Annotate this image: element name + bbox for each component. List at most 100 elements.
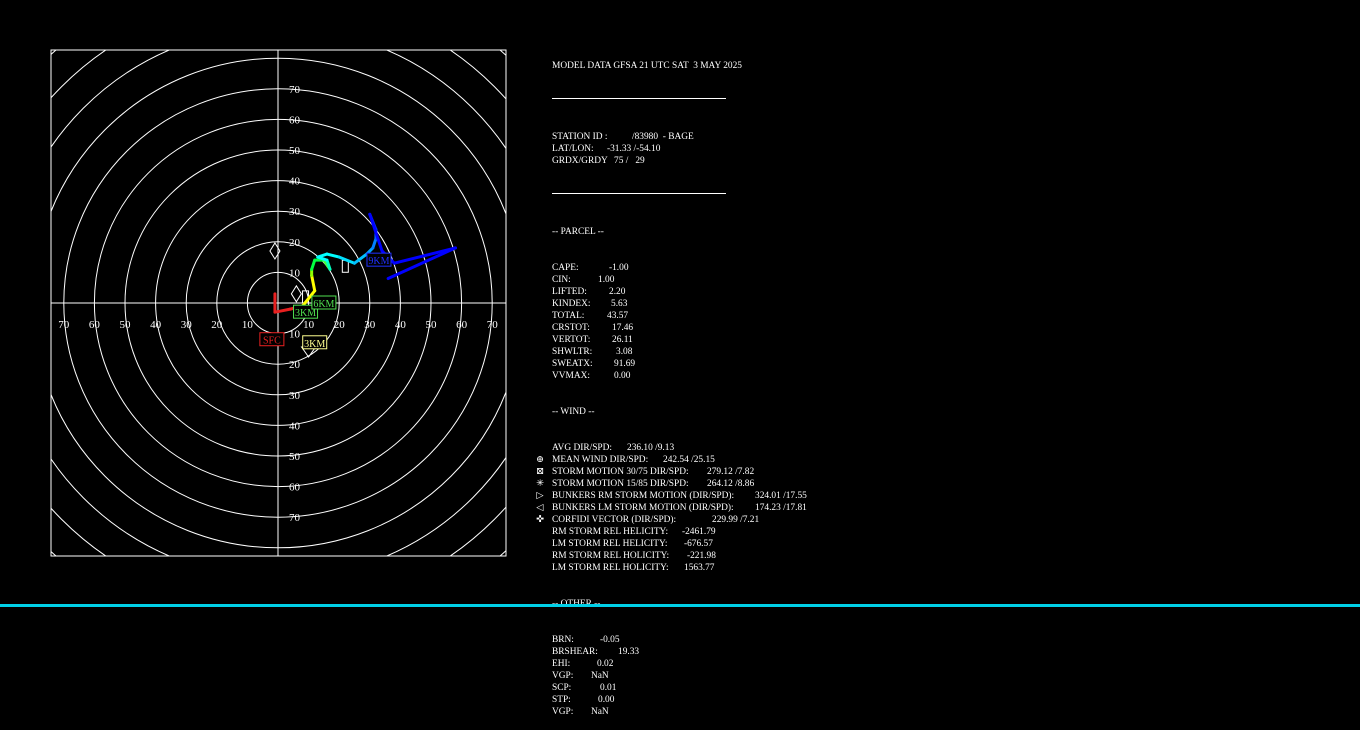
corfidi-marker: [341, 259, 349, 273]
other-label: VGP:: [552, 671, 574, 681]
hodograph-segment: [273, 307, 292, 314]
x-tick-label: 40: [395, 319, 407, 331]
height-label: 6KM: [311, 295, 337, 310]
station-value: -31.33 /-54.10: [607, 144, 661, 154]
wind-value: 242.54 /25.15: [663, 455, 715, 465]
parcel-value: 17.46: [612, 323, 634, 333]
wind-label: LM STORM REL HELICITY:: [552, 539, 668, 549]
parcel-label: VERTOT:: [552, 335, 591, 345]
hodograph-segment: [337, 255, 356, 265]
wind-row: ✜ CORFIDI VECTOR (DIR/SPD): 229.99 /7.21: [535, 514, 855, 526]
parcel-value: 91.69: [614, 359, 636, 369]
other-label: BRN:: [552, 635, 574, 645]
parcel-title: -- PARCEL --: [552, 227, 604, 237]
parcel-row: KINDEX: 5.63: [535, 298, 855, 310]
wind-value: 174.23 /17.81: [755, 503, 807, 513]
wind-row: ✳ STORM MOTION 15/85 DIR/SPD: 264.12 /8.86: [535, 478, 855, 490]
hodograph-segment: [368, 212, 384, 253]
wind-row: ◁ BUNKERS LM STORM MOTION (DIR/SPD): 174.2…: [535, 502, 855, 514]
x-tick-label: 10: [242, 319, 254, 331]
height-label-text: 3KM: [304, 339, 325, 350]
other-section: BRN: -0.05 BRSHEAR: 19.33 EHI: 0.02 VGP: NaN SCP…: [535, 634, 855, 718]
x-tick-label: 40: [150, 319, 162, 331]
storm-motion-marker: [290, 284, 302, 303]
hodograph-segment: [325, 252, 341, 259]
wind-label: BUNKERS RM STORM MOTION (DIR/SPD):: [552, 491, 735, 501]
x-tick-label: 50: [120, 319, 132, 331]
parcel-label: LIFTED:: [552, 287, 587, 297]
other-label: STP:: [552, 695, 571, 705]
other-label: VGP:: [552, 707, 574, 717]
other-value: NaN: [591, 671, 609, 681]
wind-label: LM STORM REL HOLICITY:: [552, 563, 669, 573]
y-tick-label: 60: [289, 482, 301, 494]
station-label: GRDX/GRDY: [552, 156, 608, 166]
parcel-row: CIN: 1.00: [535, 274, 855, 286]
other-value: 0.02: [597, 659, 614, 669]
parcel-label: VVMAX:: [552, 371, 591, 381]
station-row: GRDX/GRDY 75 / 29: [535, 155, 855, 167]
hodograph-segment: [310, 273, 317, 293]
other-row: SCP: 0.01: [535, 682, 855, 694]
parcel-row: VVMAX: 0.00: [535, 370, 855, 382]
parcel-label: KINDEX:: [552, 299, 591, 309]
height-label-text: SFC: [263, 336, 281, 347]
x-tick-label: 70: [487, 319, 499, 331]
parcel-label: CRSTOT:: [552, 323, 590, 333]
other-row: VGP: NaN: [535, 670, 855, 682]
height-label: 3KM: [302, 335, 328, 350]
x-tick-label: 70: [58, 319, 70, 331]
wind-value: 229.99 /7.21: [712, 515, 760, 525]
model-header: MODEL DATA GFSA 21 UTC SAT 3 MAY 2025: [552, 61, 742, 71]
wind-label: RM STORM REL HELICITY:: [552, 527, 669, 537]
legend-marker-icon: ✳: [536, 479, 544, 489]
station-value: /83980 - BAGE: [632, 132, 694, 142]
parcel-value: 3.08: [616, 347, 633, 357]
parcel-label: CAPE:: [552, 263, 579, 273]
wind-label: STORM MOTION 15/85 DIR/SPD:: [552, 479, 689, 489]
parcel-value: 0.00: [614, 371, 631, 381]
other-value: 0.01: [600, 683, 617, 693]
wind-label: MEAN WIND DIR/SPD:: [552, 455, 649, 465]
wind-value: 236.10 /9.13: [627, 443, 675, 453]
wind-value: -676.57: [684, 539, 713, 549]
parcel-row: SHWLTR: 3.08: [535, 346, 855, 358]
other-value: 0.00: [598, 695, 615, 705]
parcel-section: CAPE: -1.00 CIN: 1.00 LIFTED: 2.20 KINDEX: 5.63…: [535, 262, 855, 382]
wind-label: BUNKERS LM STORM MOTION (DIR/SPD):: [552, 503, 734, 513]
y-tick-label: 70: [289, 512, 301, 524]
x-tick-label: 60: [456, 319, 468, 331]
height-label: 9KM: [366, 252, 392, 267]
wind-section: AVG DIR/SPD: 236.10 /9.13 ⊕ MEAN WIND DIR/S…: [535, 442, 855, 574]
station-label: LAT/LON:: [552, 144, 594, 154]
station-row: LAT/LON: -31.33 /-54.10: [535, 143, 855, 155]
parcel-row: CRSTOT: 17.46: [535, 322, 855, 334]
parcel-value: 26.11: [612, 335, 633, 345]
station-label: STATION ID :: [552, 132, 608, 142]
parcel-value: 5.63: [611, 299, 628, 309]
parcel-row: SWEATX: 91.69: [535, 358, 855, 370]
other-row: EHI: 0.02: [535, 658, 855, 670]
parcel-row: TOTAL: 43.57: [535, 310, 855, 322]
legend-marker-icon: ✜: [536, 515, 544, 525]
other-row: BRN: -0.05: [535, 634, 855, 646]
x-tick-label: 30: [181, 319, 193, 331]
parcel-row: VERTOT: 26.11: [535, 334, 855, 346]
x-tick-label: 30: [364, 319, 376, 331]
wind-row: ⊠ STORM MOTION 30/75 DIR/SPD: 279.12 /7.82: [535, 466, 855, 478]
wind-value: 324.01 /17.55: [755, 491, 807, 501]
wind-row: ▷ BUNKERS RM STORM MOTION (DIR/SPD): 324.0…: [535, 490, 855, 502]
wind-row: ⊕ MEAN WIND DIR/SPD: 242.54 /25.15: [535, 454, 855, 466]
y-tick-label: 30: [289, 390, 301, 402]
other-label: EHI:: [552, 659, 571, 669]
legend-marker-icon: ▷: [536, 491, 544, 501]
wind-value: 279.12 /7.82: [707, 467, 755, 477]
parcel-label: CIN:: [552, 275, 571, 285]
parcel-value: -1.00: [609, 263, 629, 273]
wind-row: LM STORM REL HOLICITY: 1563.77: [535, 562, 855, 574]
y-tick-label: 40: [289, 420, 301, 432]
parcel-value: 43.57: [607, 311, 629, 321]
x-tick-label: 20: [334, 319, 346, 331]
other-value: NaN: [591, 707, 609, 717]
parcel-value: 2.20: [609, 287, 626, 297]
